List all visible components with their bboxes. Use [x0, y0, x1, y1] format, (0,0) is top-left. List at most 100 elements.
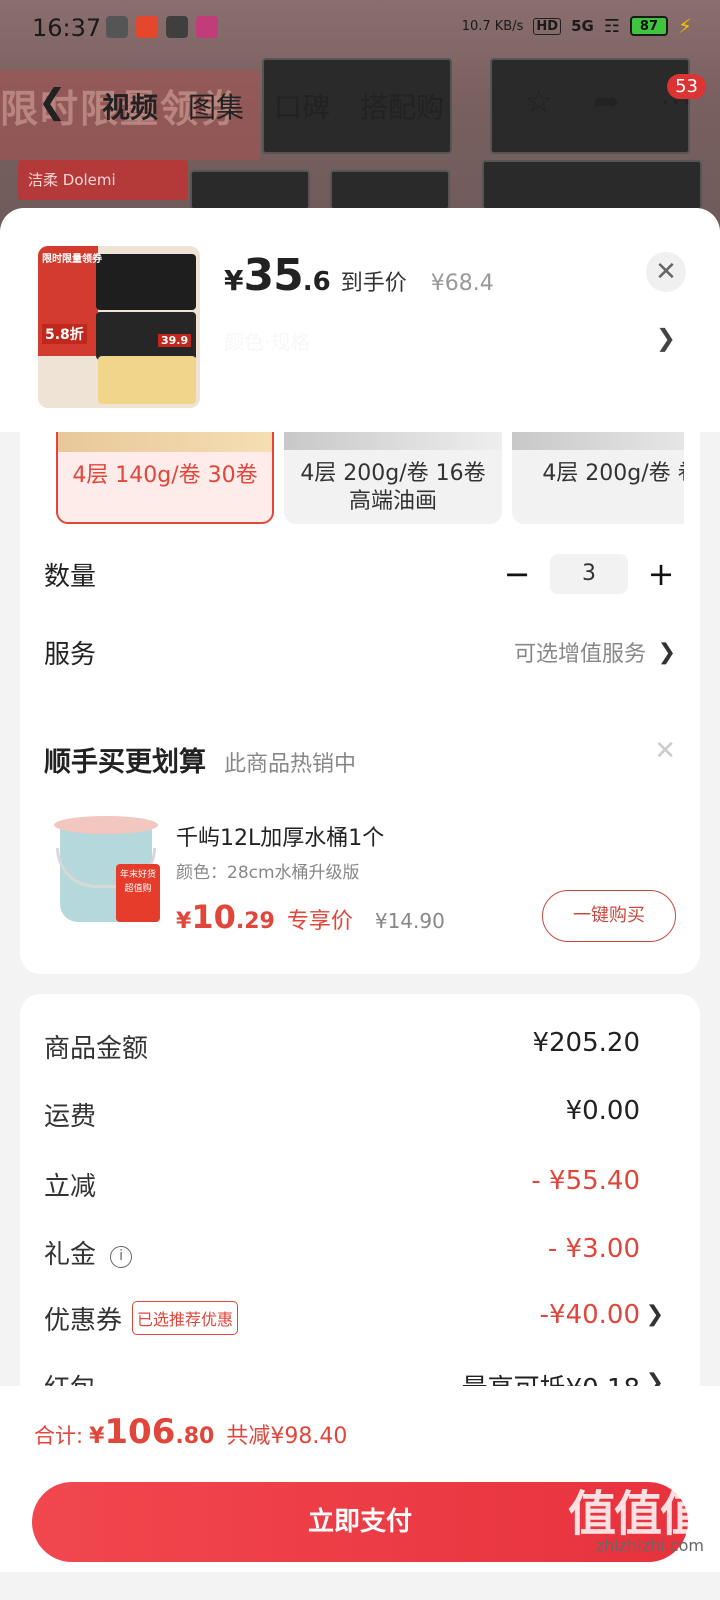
site-watermark-url: zhizhizhi.com: [595, 1536, 704, 1555]
service-label: 服务: [44, 639, 97, 670]
summary-value: -¥40.00: [539, 1300, 640, 1330]
thumbnail-pack: [96, 254, 196, 310]
battery-icon: 87: [629, 16, 668, 36]
thumbnail-box: [98, 356, 196, 404]
coupon-row[interactable]: 优惠券 已选推荐优惠 -¥40.00 ❯: [44, 1296, 664, 1336]
original-price: ¥14.90: [374, 909, 445, 933]
spec-option-label: 4层 140g/卷 30卷: [72, 463, 258, 488]
tab-video[interactable]: 视频: [102, 86, 158, 126]
summary-label-wrap: 优惠券 已选推荐优惠: [44, 1300, 239, 1337]
status-bar: 16:37 10.7 KB/s HD 5G ☶ 87 ⚡: [0, 0, 720, 56]
summary-row: 立减 - ¥55.40: [44, 1162, 664, 1202]
total-decimal: .80: [175, 1424, 215, 1449]
close-button[interactable]: ✕: [646, 252, 686, 292]
total-integer: 106: [104, 1412, 176, 1452]
upsell-product-name[interactable]: 千屿12L加厚水桶1个: [176, 820, 384, 852]
star-icon[interactable]: ☆: [525, 82, 554, 120]
status-indicators: 10.7 KB/s HD 5G ☶ 87 ⚡: [462, 14, 692, 38]
service-value: 可选增值服务: [513, 642, 646, 667]
spec-option-label: 4层 200g/卷 卷: [542, 461, 684, 486]
chevron-right-icon[interactable]: ❯: [656, 324, 676, 352]
spec-options: 4层 140g/卷 30卷 4层 200g/卷 16卷 高端油画 4层 200g…: [56, 428, 684, 532]
summary-label-wrap: 礼金 i: [44, 1234, 133, 1271]
summary-label: 商品金额: [44, 1034, 149, 1064]
original-price: ¥68.4: [430, 271, 494, 296]
quantity-stepper: − 3 +: [502, 554, 676, 594]
price-tag: 到手价: [340, 271, 407, 296]
tab-reviews[interactable]: 口碑: [274, 86, 330, 126]
summary-value: - ¥55.40: [531, 1166, 640, 1196]
summary-label: 立减: [44, 1172, 97, 1202]
product-top-nav: ❮ 视频 图集 口碑 搭配购 ☆ ➦ ⋯ 53: [0, 74, 720, 136]
bucket-product-image[interactable]: 年末好货 超值购: [50, 808, 162, 928]
total-label: 合计:: [34, 1424, 84, 1448]
service-row[interactable]: 服务 可选增值服务 ❯: [44, 632, 676, 672]
notification-icons: [106, 16, 218, 38]
tab-gallery[interactable]: 图集: [188, 86, 244, 126]
message-badge: 53: [667, 74, 706, 99]
quantity-row: 数量 − 3 +: [44, 554, 676, 594]
price-summary: 商品金额 ¥205.20 运费 ¥0.00 立减 - ¥55.40 礼金 i - …: [20, 994, 700, 1414]
summary-label: 礼金: [44, 1240, 97, 1270]
notification-app-icon: [106, 16, 128, 38]
price-integer: 35: [243, 250, 303, 301]
bucket-promo-tag: 年末好货 超值购: [116, 864, 160, 922]
chevron-right-icon: ❯: [657, 639, 676, 665]
content-tabs: 视频 图集 口碑 搭配购: [102, 86, 444, 126]
price-currency: ¥: [176, 909, 192, 934]
net-speed: 10.7 KB/s: [461, 18, 524, 34]
chevron-right-icon: ❯: [645, 1302, 664, 1327]
info-icon[interactable]: i: [110, 1246, 133, 1268]
notification-app-icon: [136, 16, 158, 38]
tab-bundle[interactable]: 搭配购: [360, 86, 444, 126]
selected-spec[interactable]: 颜色·规格: [224, 326, 644, 356]
upsell-price: ¥ 10 .29 专享价 ¥14.90: [176, 898, 445, 936]
sheet-header: 限时限量领券 5.8折 39.9 ¥ 35 .6 到手价 ¥68.4 ✕ 颜色·…: [0, 208, 720, 432]
charging-icon: ⚡: [677, 14, 692, 38]
summary-row: 礼金 i - ¥3.00: [44, 1230, 664, 1270]
minus-button[interactable]: −: [502, 555, 532, 593]
final-price: ¥ 35 .6 到手价 ¥68.4: [224, 250, 494, 301]
spec-option[interactable]: 4层 200g/卷 16卷 高端油画: [284, 428, 502, 524]
product-pack-image: [190, 170, 310, 210]
summary-row: 运费 ¥0.00: [44, 1092, 664, 1132]
thumbnail-discount: 5.8折: [42, 324, 87, 344]
product-pack-image: [482, 160, 702, 210]
one-click-buy-button[interactable]: 一键购买: [542, 890, 676, 942]
spec-option-image: [58, 430, 272, 452]
notification-app-icon: [196, 16, 218, 38]
wifi-icon: ☶: [603, 15, 620, 37]
upsell-product-attr: 颜色：28cm水桶升级版: [176, 863, 360, 883]
upsell-card: 顺手买更划算 此商品热销中 ✕ 年末好货 超值购 千屿12L加厚水桶1个 颜色：…: [20, 712, 700, 974]
quantity-label: 数量: [44, 561, 97, 592]
order-total: 合计: ¥ 106 .80 共减¥98.40: [34, 1412, 347, 1452]
purchase-sheet: 限时限量领券 5.8折 39.9 ¥ 35 .6 到手价 ¥68.4 ✕ 颜色·…: [0, 208, 720, 1600]
price-tag: 专享价: [286, 909, 353, 934]
summary-value: ¥205.20: [532, 1028, 640, 1058]
summary-row: 商品金额 ¥205.20: [44, 1024, 664, 1064]
checkout-footer: 合计: ¥ 106 .80 共减¥98.40 立即支付 值值值 zhizhizh…: [0, 1386, 720, 1572]
signal-label: 5G: [571, 17, 594, 35]
upsell-subtitle: 此商品热销中: [224, 752, 357, 777]
spec-option-label: 4层 200g/卷 16卷 高端油画: [300, 461, 486, 514]
notification-app-icon: [166, 16, 188, 38]
price-decimal: .6: [302, 267, 331, 297]
upsell-title: 顺手买更划算: [44, 747, 206, 778]
coupon-tag: 已选推荐优惠: [132, 1301, 239, 1335]
product-pack-image: [330, 170, 450, 210]
total-currency: ¥: [89, 1424, 105, 1449]
close-icon[interactable]: ✕: [654, 736, 676, 766]
share-icon[interactable]: ➦: [593, 82, 620, 120]
thumbnail-label: 限时限量领券: [42, 254, 102, 265]
brand-banner: 洁柔 Dolemi: [18, 160, 188, 200]
spec-option[interactable]: 4层 140g/卷 30卷: [56, 428, 274, 524]
thumbnail-percent: 39.9: [158, 334, 192, 347]
plus-button[interactable]: +: [646, 555, 676, 593]
product-thumbnail[interactable]: 限时限量领券 5.8折 39.9: [38, 246, 200, 408]
spec-option[interactable]: 4层 200g/卷 卷: [512, 428, 684, 524]
back-arrow-icon[interactable]: ❮: [38, 82, 67, 122]
quantity-input[interactable]: 3: [550, 554, 628, 594]
status-time: 16:37: [32, 14, 102, 42]
price-integer: 10: [191, 898, 236, 936]
price-currency: ¥: [224, 264, 244, 297]
